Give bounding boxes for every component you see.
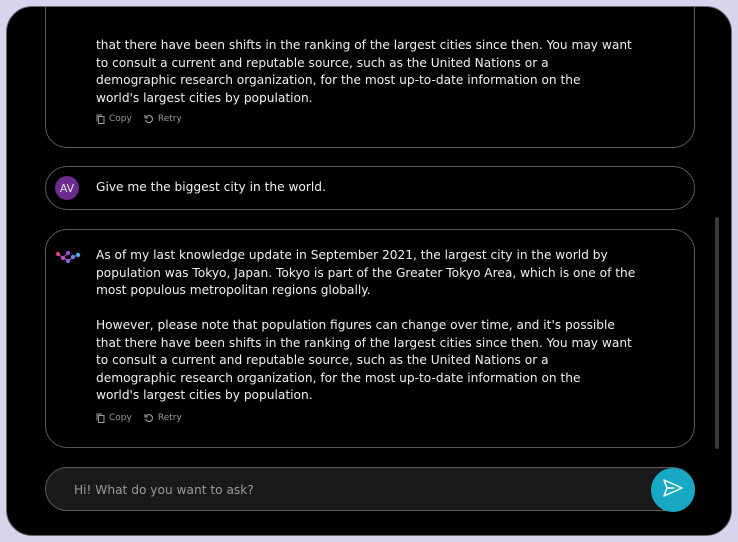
chat-scroll-area[interactable]: that there have been shifts in the ranki…	[7, 7, 731, 459]
scrollbar[interactable]	[715, 217, 719, 449]
retry-button[interactable]: Retry	[144, 114, 182, 124]
retry-icon	[144, 114, 154, 124]
copy-icon	[96, 114, 105, 124]
assistant-message-card: that there have been shifts in the ranki…	[45, 7, 695, 148]
copy-button[interactable]: Copy	[96, 413, 132, 423]
assistant-message-card: As of my last knowledge update in Septem…	[45, 229, 695, 448]
retry-icon	[144, 413, 154, 423]
copy-label: Copy	[109, 114, 132, 124]
message-input[interactable]	[72, 479, 636, 501]
composer-bar	[45, 467, 695, 511]
message-actions: Copy Retry	[96, 114, 182, 124]
user-message-text: Give me the biggest city in the world.	[96, 180, 326, 194]
avatar: AV	[55, 176, 79, 200]
message-actions: Copy Retry	[96, 413, 182, 423]
copy-label: Copy	[109, 413, 132, 423]
send-icon	[662, 478, 684, 502]
retry-label: Retry	[157, 114, 182, 124]
copy-icon	[96, 413, 105, 423]
assistant-message-text: As of my last knowledge update in Septem…	[96, 248, 636, 402]
chat-window: that there have been shifts in the ranki…	[6, 6, 732, 536]
bot-logo-icon	[55, 249, 81, 269]
copy-button[interactable]: Copy	[96, 114, 132, 124]
assistant-message-text: that there have been shifts in the ranki…	[96, 38, 632, 105]
send-button[interactable]	[651, 468, 695, 512]
user-message-card: AV Give me the biggest city in the world…	[45, 166, 695, 210]
retry-button[interactable]: Retry	[144, 413, 182, 423]
retry-label: Retry	[157, 413, 182, 423]
